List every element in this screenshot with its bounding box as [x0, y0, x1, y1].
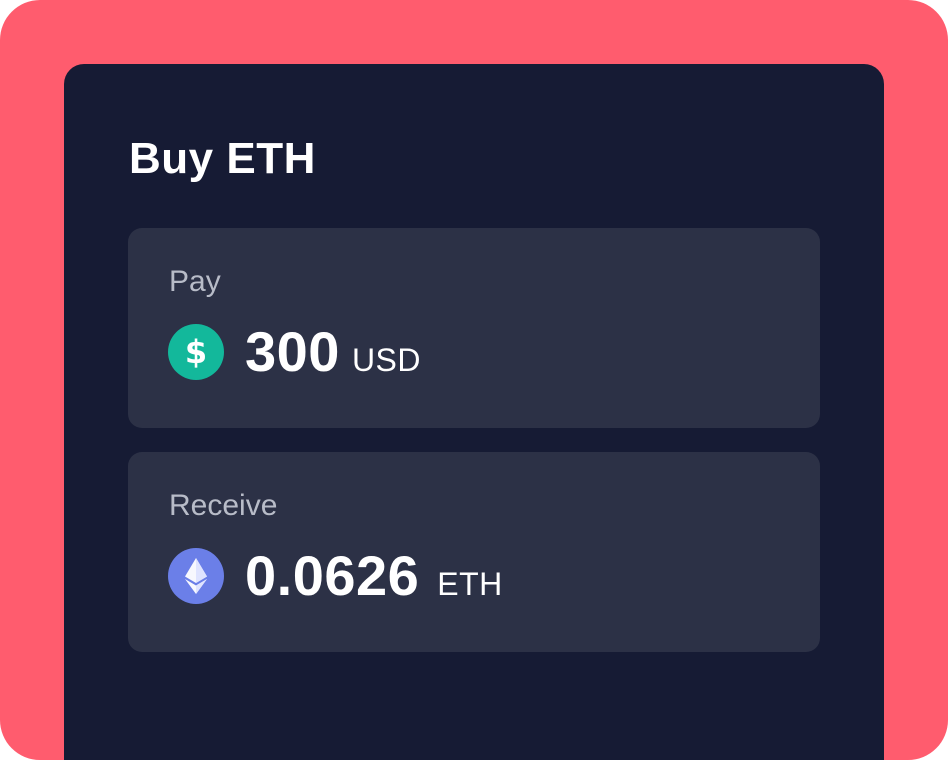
receive-card[interactable]: Receive 0.0626 ETH	[128, 452, 820, 652]
dollar-coin-icon: $	[168, 324, 224, 380]
ethereum-coin-icon	[168, 548, 224, 604]
pay-amount[interactable]: 300	[245, 316, 340, 388]
pay-currency: USD	[351, 342, 421, 378]
pay-label: Pay	[169, 265, 221, 298]
buy-widget-panel: Buy ETH Pay $ 300 USD Receive 0.0626 ETH	[64, 64, 884, 760]
page-title: Buy ETH	[129, 134, 316, 183]
pay-amount-row[interactable]: 300 USD	[245, 316, 421, 388]
receive-amount-row[interactable]: 0.0626 ETH	[245, 540, 503, 612]
receive-currency: ETH	[437, 566, 503, 602]
background-frame: Buy ETH Pay $ 300 USD Receive 0.0626 ETH	[0, 0, 948, 760]
svg-text:$: $	[185, 333, 207, 371]
receive-label: Receive	[169, 489, 278, 522]
pay-card[interactable]: Pay $ 300 USD	[128, 228, 820, 428]
receive-amount[interactable]: 0.0626	[245, 540, 419, 612]
